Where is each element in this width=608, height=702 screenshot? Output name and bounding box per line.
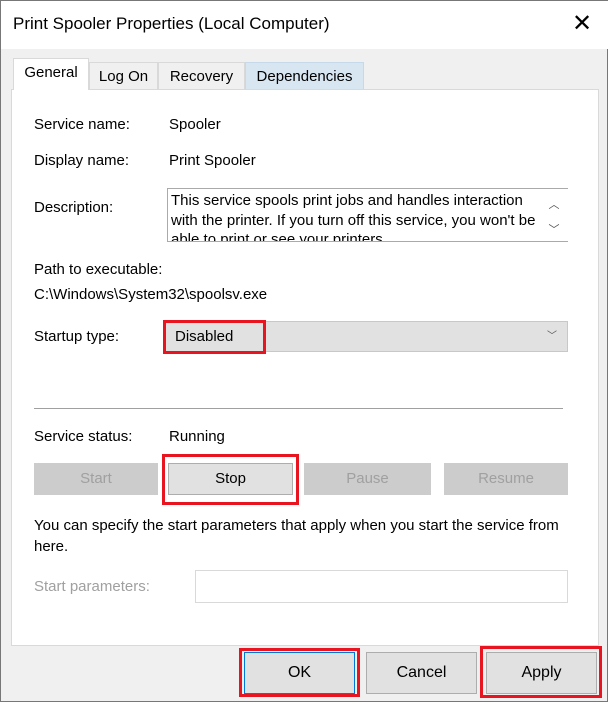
general-panel: [11, 89, 599, 646]
close-icon[interactable]: ✕: [569, 11, 595, 37]
window-title: Print Spooler Properties (Local Computer…: [13, 14, 330, 33]
startup-type-label: Startup type:: [34, 328, 120, 345]
tab-general[interactable]: General: [13, 58, 89, 90]
display-name-label: Display name:: [34, 152, 130, 169]
display-name-value: Print Spooler: [169, 152, 256, 169]
stop-button[interactable]: Stop: [168, 463, 293, 495]
service-status-value: Running: [169, 428, 225, 445]
chevron-down-icon: ﹀: [547, 331, 557, 342]
tab-log-on[interactable]: Log On: [89, 62, 158, 90]
service-name-label: Service name:: [34, 116, 130, 133]
service-name-value: Spooler: [169, 116, 221, 133]
start-params-hint: You can specify the start parameters tha…: [34, 517, 559, 555]
scroll-up-icon[interactable]: ︿: [547, 196, 561, 212]
tab-recovery[interactable]: Recovery: [158, 62, 245, 90]
divider: [34, 408, 563, 410]
scroll-down-icon[interactable]: ﹀: [547, 221, 561, 237]
apply-button[interactable]: Apply: [486, 652, 597, 694]
service-status-label: Service status:: [34, 428, 133, 445]
resume-button[interactable]: Resume: [444, 463, 568, 495]
ok-button[interactable]: OK: [244, 652, 355, 694]
start-params-input[interactable]: [195, 570, 568, 603]
cancel-button[interactable]: Cancel: [366, 652, 477, 694]
tab-dependencies[interactable]: Dependencies: [245, 62, 364, 90]
description-textbox[interactable]: This service spools print jobs and handl…: [167, 188, 568, 242]
startup-type-value: Disabled: [175, 328, 234, 345]
path-label: Path to executable:: [34, 261, 163, 278]
pause-button[interactable]: Pause: [304, 463, 431, 495]
description-label: Description:: [34, 199, 114, 216]
path-value: C:\Windows\System32\spoolsv.exe: [34, 286, 268, 303]
start-params-label: Start parameters:: [34, 578, 150, 595]
start-button[interactable]: Start: [34, 463, 158, 495]
